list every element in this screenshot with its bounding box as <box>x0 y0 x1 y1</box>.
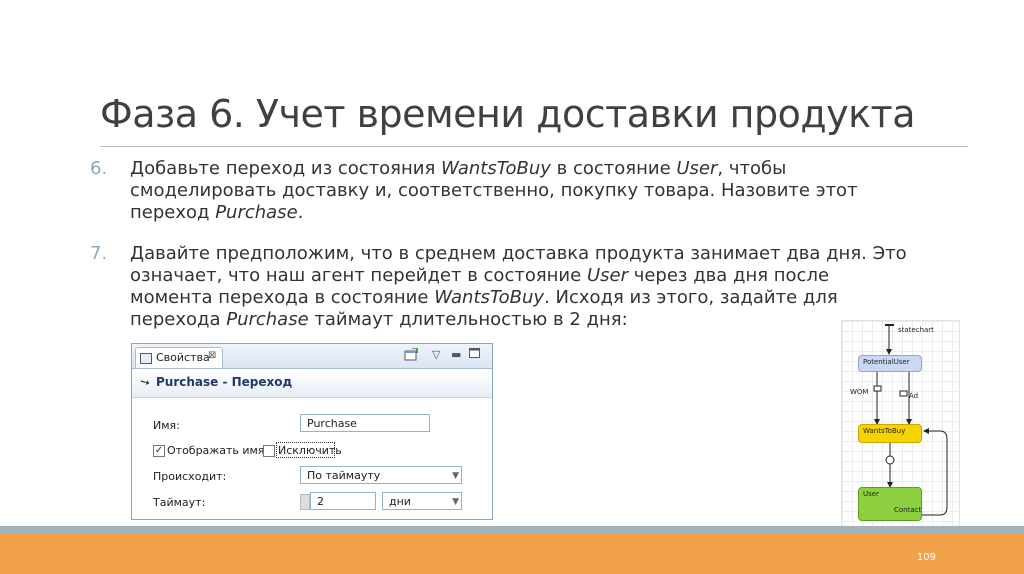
transition-wom-label: WOM <box>850 388 869 396</box>
minimize-icon[interactable]: ▬ <box>451 348 461 361</box>
footer-band-gray <box>0 526 1024 534</box>
close-icon[interactable]: ⊠ <box>208 350 216 361</box>
text-run: , чтобы <box>717 158 787 179</box>
text-run: . <box>297 202 304 223</box>
text-line: означает, что наш агент перейдет в состо… <box>130 265 920 287</box>
exclude-checkbox[interactable] <box>263 445 275 457</box>
list-text: Добавьте переход из состояния WantsToBuy… <box>130 158 920 224</box>
state-label: User <box>863 490 879 498</box>
occurs-label: Происходит: <box>153 470 227 483</box>
text-run: момента перехода в состояние <box>130 287 435 308</box>
state-wants-to-buy[interactable]: WantsToBuy <box>858 424 922 443</box>
text-line: момента перехода в состояние WantsToBuy.… <box>130 287 920 309</box>
text-line: смоделировать доставку и, соответственно… <box>130 180 920 202</box>
footer-band-orange <box>0 534 1024 574</box>
transition-icon: ➘ <box>137 373 153 391</box>
text-run: Добавьте переход из состояния <box>130 158 442 179</box>
text-run: в состояние <box>550 158 677 179</box>
italic-term: WantsToBuy <box>441 158 551 179</box>
text-run: . Исходя из этого, задайте для <box>544 287 838 308</box>
text-line: Добавьте переход из состояния WantsToBuy… <box>130 158 920 180</box>
chevron-down-icon: ▼ <box>452 497 459 507</box>
occurs-select[interactable]: По таймауту ▼ <box>300 466 462 484</box>
text-run: таймаут длительностью в 2 дня: <box>308 309 628 330</box>
show-name-label: Отображать имя <box>167 444 265 457</box>
chevron-down-icon: ▼ <box>452 471 459 481</box>
exclude-label: Исключить <box>278 444 342 457</box>
text-run: смоделировать доставку и, соответственно… <box>130 180 858 201</box>
text-run: Давайте предположим, что в среднем доста… <box>130 243 907 264</box>
transition-contact-label: Contact <box>894 506 922 514</box>
italic-term: Purchase <box>226 309 309 330</box>
text-run: перехода <box>130 309 227 330</box>
properties-icon <box>140 353 152 364</box>
text-line: Давайте предположим, что в среднем доста… <box>130 243 920 265</box>
timeout-unit-select[interactable]: дни ▼ <box>382 492 462 510</box>
list-number: 7. <box>90 243 108 264</box>
tab-label: Свойства <box>156 351 210 364</box>
name-input[interactable]: Purchase <box>300 414 430 432</box>
timeout-unit-value: дни <box>389 495 411 508</box>
italic-term: User <box>676 158 718 179</box>
transition-ad-label: Ad <box>909 392 919 400</box>
panel-tab-bar: Свойства ⊠ ▽ ▬ <box>132 344 492 369</box>
text-line: переход Purchase. <box>130 202 920 224</box>
timeout-label: Таймаут: <box>153 496 206 509</box>
italic-term: User <box>586 265 628 286</box>
state-user[interactable]: User <box>858 487 922 521</box>
list-number: 6. <box>90 158 108 179</box>
text-run: переход <box>130 202 216 223</box>
show-name-checkbox[interactable]: ✓ <box>153 445 165 457</box>
panel-header-title: Purchase - Переход <box>156 375 293 389</box>
panel-header: ➘ Purchase - Переход <box>132 369 492 398</box>
state-potential-user[interactable]: PotentialUser <box>858 355 922 372</box>
properties-panel: Свойства ⊠ ▽ ▬ ➘ Purchase - Переход Имя:… <box>131 343 493 520</box>
italic-term: WantsToBuy <box>434 287 545 308</box>
state-label: PotentialUser <box>863 358 910 366</box>
statechart-entry-label: statechart <box>898 326 934 334</box>
page-number: 109 <box>916 552 936 563</box>
slide-title: Фаза 6. Учет времени доставки продукта <box>100 92 915 136</box>
name-label: Имя: <box>153 419 180 432</box>
tab-properties[interactable]: Свойства ⊠ <box>135 347 223 368</box>
statechart-diagram: statechart PotentialUser WOM Ad WantsToB… <box>841 320 960 528</box>
text-run: означает, что наш агент перейдет в состо… <box>130 265 587 286</box>
italic-term: Purchase <box>215 202 298 223</box>
timeout-icon <box>300 494 310 510</box>
timeout-input[interactable]: 2 <box>310 492 376 510</box>
new-window-icon[interactable] <box>404 347 418 364</box>
view-menu-icon[interactable]: ▽ <box>432 348 440 361</box>
occurs-value: По таймауту <box>307 469 381 482</box>
state-label: WantsToBuy <box>863 427 906 435</box>
text-line: перехода Purchase таймаут длительностью … <box>130 309 920 331</box>
title-divider <box>100 146 968 147</box>
list-text: Давайте предположим, что в среднем доста… <box>130 243 920 331</box>
text-run: через два дня после <box>627 265 830 286</box>
maximize-icon[interactable] <box>469 348 480 361</box>
